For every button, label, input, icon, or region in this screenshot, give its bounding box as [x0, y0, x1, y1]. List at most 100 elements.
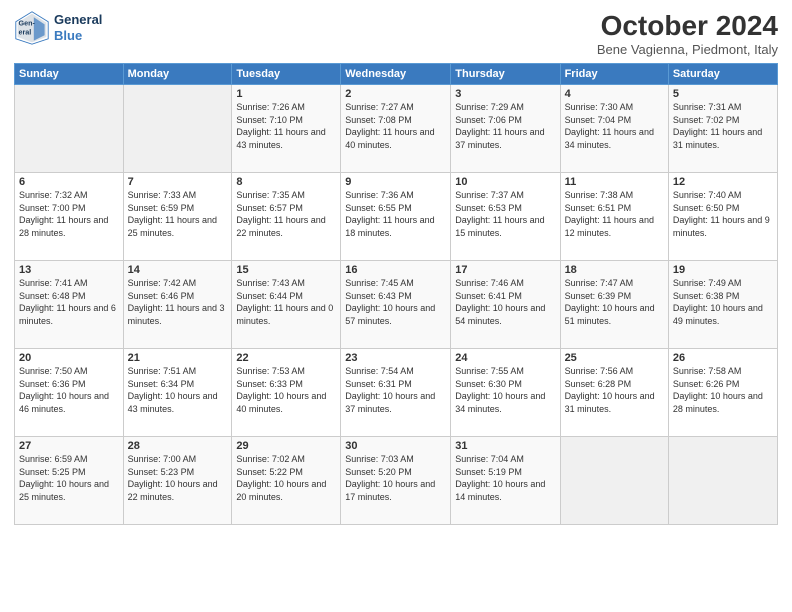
day-info: Sunrise: 6:59 AM Sunset: 5:25 PM Dayligh…	[19, 453, 119, 503]
calendar-cell: 5Sunrise: 7:31 AM Sunset: 7:02 PM Daylig…	[668, 85, 777, 173]
day-info: Sunrise: 7:38 AM Sunset: 6:51 PM Dayligh…	[565, 189, 664, 239]
weekday-header-friday: Friday	[560, 64, 668, 85]
logo-text: General Blue	[54, 12, 102, 43]
day-info: Sunrise: 7:47 AM Sunset: 6:39 PM Dayligh…	[565, 277, 664, 327]
calendar-header-row: SundayMondayTuesdayWednesdayThursdayFrid…	[15, 64, 778, 85]
day-info: Sunrise: 7:58 AM Sunset: 6:26 PM Dayligh…	[673, 365, 773, 415]
calendar-cell	[123, 85, 232, 173]
day-number: 12	[673, 176, 773, 188]
day-info: Sunrise: 7:40 AM Sunset: 6:50 PM Dayligh…	[673, 189, 773, 239]
day-info: Sunrise: 7:46 AM Sunset: 6:41 PM Dayligh…	[455, 277, 555, 327]
calendar-week-2: 6Sunrise: 7:32 AM Sunset: 7:00 PM Daylig…	[15, 173, 778, 261]
day-number: 6	[19, 176, 119, 188]
day-number: 13	[19, 264, 119, 276]
day-number: 20	[19, 352, 119, 364]
calendar-week-4: 20Sunrise: 7:50 AM Sunset: 6:36 PM Dayli…	[15, 349, 778, 437]
day-number: 7	[128, 176, 228, 188]
day-number: 28	[128, 440, 228, 452]
calendar-cell	[560, 437, 668, 525]
calendar-cell: 25Sunrise: 7:56 AM Sunset: 6:28 PM Dayli…	[560, 349, 668, 437]
calendar-cell	[668, 437, 777, 525]
calendar-cell: 6Sunrise: 7:32 AM Sunset: 7:00 PM Daylig…	[15, 173, 124, 261]
day-number: 30	[345, 440, 446, 452]
day-info: Sunrise: 7:36 AM Sunset: 6:55 PM Dayligh…	[345, 189, 446, 239]
day-number: 21	[128, 352, 228, 364]
calendar-cell: 14Sunrise: 7:42 AM Sunset: 6:46 PM Dayli…	[123, 261, 232, 349]
day-info: Sunrise: 7:50 AM Sunset: 6:36 PM Dayligh…	[19, 365, 119, 415]
day-info: Sunrise: 7:26 AM Sunset: 7:10 PM Dayligh…	[236, 101, 336, 151]
logo: Gen- eral General Blue	[14, 10, 102, 46]
day-number: 25	[565, 352, 664, 364]
day-info: Sunrise: 7:29 AM Sunset: 7:06 PM Dayligh…	[455, 101, 555, 151]
day-info: Sunrise: 7:53 AM Sunset: 6:33 PM Dayligh…	[236, 365, 336, 415]
weekday-header-tuesday: Tuesday	[232, 64, 341, 85]
day-number: 26	[673, 352, 773, 364]
day-info: Sunrise: 7:45 AM Sunset: 6:43 PM Dayligh…	[345, 277, 446, 327]
day-number: 16	[345, 264, 446, 276]
day-number: 29	[236, 440, 336, 452]
day-number: 4	[565, 88, 664, 100]
weekday-header-monday: Monday	[123, 64, 232, 85]
calendar-week-3: 13Sunrise: 7:41 AM Sunset: 6:48 PM Dayli…	[15, 261, 778, 349]
calendar-cell: 17Sunrise: 7:46 AM Sunset: 6:41 PM Dayli…	[451, 261, 560, 349]
calendar-cell	[15, 85, 124, 173]
calendar-cell: 8Sunrise: 7:35 AM Sunset: 6:57 PM Daylig…	[232, 173, 341, 261]
day-info: Sunrise: 7:27 AM Sunset: 7:08 PM Dayligh…	[345, 101, 446, 151]
svg-text:Gen-: Gen-	[19, 18, 36, 27]
day-info: Sunrise: 7:31 AM Sunset: 7:02 PM Dayligh…	[673, 101, 773, 151]
calendar-table: SundayMondayTuesdayWednesdayThursdayFrid…	[14, 63, 778, 525]
calendar-cell: 13Sunrise: 7:41 AM Sunset: 6:48 PM Dayli…	[15, 261, 124, 349]
calendar-cell: 30Sunrise: 7:03 AM Sunset: 5:20 PM Dayli…	[341, 437, 451, 525]
day-number: 9	[345, 176, 446, 188]
calendar-week-5: 27Sunrise: 6:59 AM Sunset: 5:25 PM Dayli…	[15, 437, 778, 525]
calendar-cell: 23Sunrise: 7:54 AM Sunset: 6:31 PM Dayli…	[341, 349, 451, 437]
day-number: 22	[236, 352, 336, 364]
title-block: October 2024 Bene Vagienna, Piedmont, It…	[597, 10, 778, 57]
calendar-cell: 15Sunrise: 7:43 AM Sunset: 6:44 PM Dayli…	[232, 261, 341, 349]
day-number: 17	[455, 264, 555, 276]
weekday-header-saturday: Saturday	[668, 64, 777, 85]
day-info: Sunrise: 7:35 AM Sunset: 6:57 PM Dayligh…	[236, 189, 336, 239]
day-info: Sunrise: 7:43 AM Sunset: 6:44 PM Dayligh…	[236, 277, 336, 327]
day-info: Sunrise: 7:42 AM Sunset: 6:46 PM Dayligh…	[128, 277, 228, 327]
calendar-cell: 1Sunrise: 7:26 AM Sunset: 7:10 PM Daylig…	[232, 85, 341, 173]
day-info: Sunrise: 7:51 AM Sunset: 6:34 PM Dayligh…	[128, 365, 228, 415]
day-info: Sunrise: 7:04 AM Sunset: 5:19 PM Dayligh…	[455, 453, 555, 503]
day-number: 18	[565, 264, 664, 276]
day-info: Sunrise: 7:54 AM Sunset: 6:31 PM Dayligh…	[345, 365, 446, 415]
calendar-cell: 10Sunrise: 7:37 AM Sunset: 6:53 PM Dayli…	[451, 173, 560, 261]
calendar-cell: 9Sunrise: 7:36 AM Sunset: 6:55 PM Daylig…	[341, 173, 451, 261]
day-number: 1	[236, 88, 336, 100]
calendar-cell: 26Sunrise: 7:58 AM Sunset: 6:26 PM Dayli…	[668, 349, 777, 437]
header: Gen- eral General Blue October 2024 Bene…	[14, 10, 778, 57]
weekday-header-thursday: Thursday	[451, 64, 560, 85]
day-info: Sunrise: 7:56 AM Sunset: 6:28 PM Dayligh…	[565, 365, 664, 415]
day-number: 2	[345, 88, 446, 100]
svg-text:eral: eral	[19, 27, 32, 36]
calendar-cell: 2Sunrise: 7:27 AM Sunset: 7:08 PM Daylig…	[341, 85, 451, 173]
calendar-cell: 20Sunrise: 7:50 AM Sunset: 6:36 PM Dayli…	[15, 349, 124, 437]
calendar-cell: 21Sunrise: 7:51 AM Sunset: 6:34 PM Dayli…	[123, 349, 232, 437]
day-number: 23	[345, 352, 446, 364]
logo-icon: Gen- eral	[14, 10, 50, 46]
day-info: Sunrise: 7:03 AM Sunset: 5:20 PM Dayligh…	[345, 453, 446, 503]
day-number: 11	[565, 176, 664, 188]
day-info: Sunrise: 7:55 AM Sunset: 6:30 PM Dayligh…	[455, 365, 555, 415]
day-number: 5	[673, 88, 773, 100]
day-info: Sunrise: 7:41 AM Sunset: 6:48 PM Dayligh…	[19, 277, 119, 327]
calendar-cell: 31Sunrise: 7:04 AM Sunset: 5:19 PM Dayli…	[451, 437, 560, 525]
day-number: 24	[455, 352, 555, 364]
day-info: Sunrise: 7:33 AM Sunset: 6:59 PM Dayligh…	[128, 189, 228, 239]
day-number: 3	[455, 88, 555, 100]
calendar-cell: 19Sunrise: 7:49 AM Sunset: 6:38 PM Dayli…	[668, 261, 777, 349]
day-info: Sunrise: 7:00 AM Sunset: 5:23 PM Dayligh…	[128, 453, 228, 503]
calendar-cell: 22Sunrise: 7:53 AM Sunset: 6:33 PM Dayli…	[232, 349, 341, 437]
calendar-week-1: 1Sunrise: 7:26 AM Sunset: 7:10 PM Daylig…	[15, 85, 778, 173]
day-info: Sunrise: 7:32 AM Sunset: 7:00 PM Dayligh…	[19, 189, 119, 239]
weekday-header-wednesday: Wednesday	[341, 64, 451, 85]
weekday-header-sunday: Sunday	[15, 64, 124, 85]
calendar-cell: 16Sunrise: 7:45 AM Sunset: 6:43 PM Dayli…	[341, 261, 451, 349]
main-title: October 2024	[597, 10, 778, 42]
calendar-cell: 3Sunrise: 7:29 AM Sunset: 7:06 PM Daylig…	[451, 85, 560, 173]
day-number: 19	[673, 264, 773, 276]
